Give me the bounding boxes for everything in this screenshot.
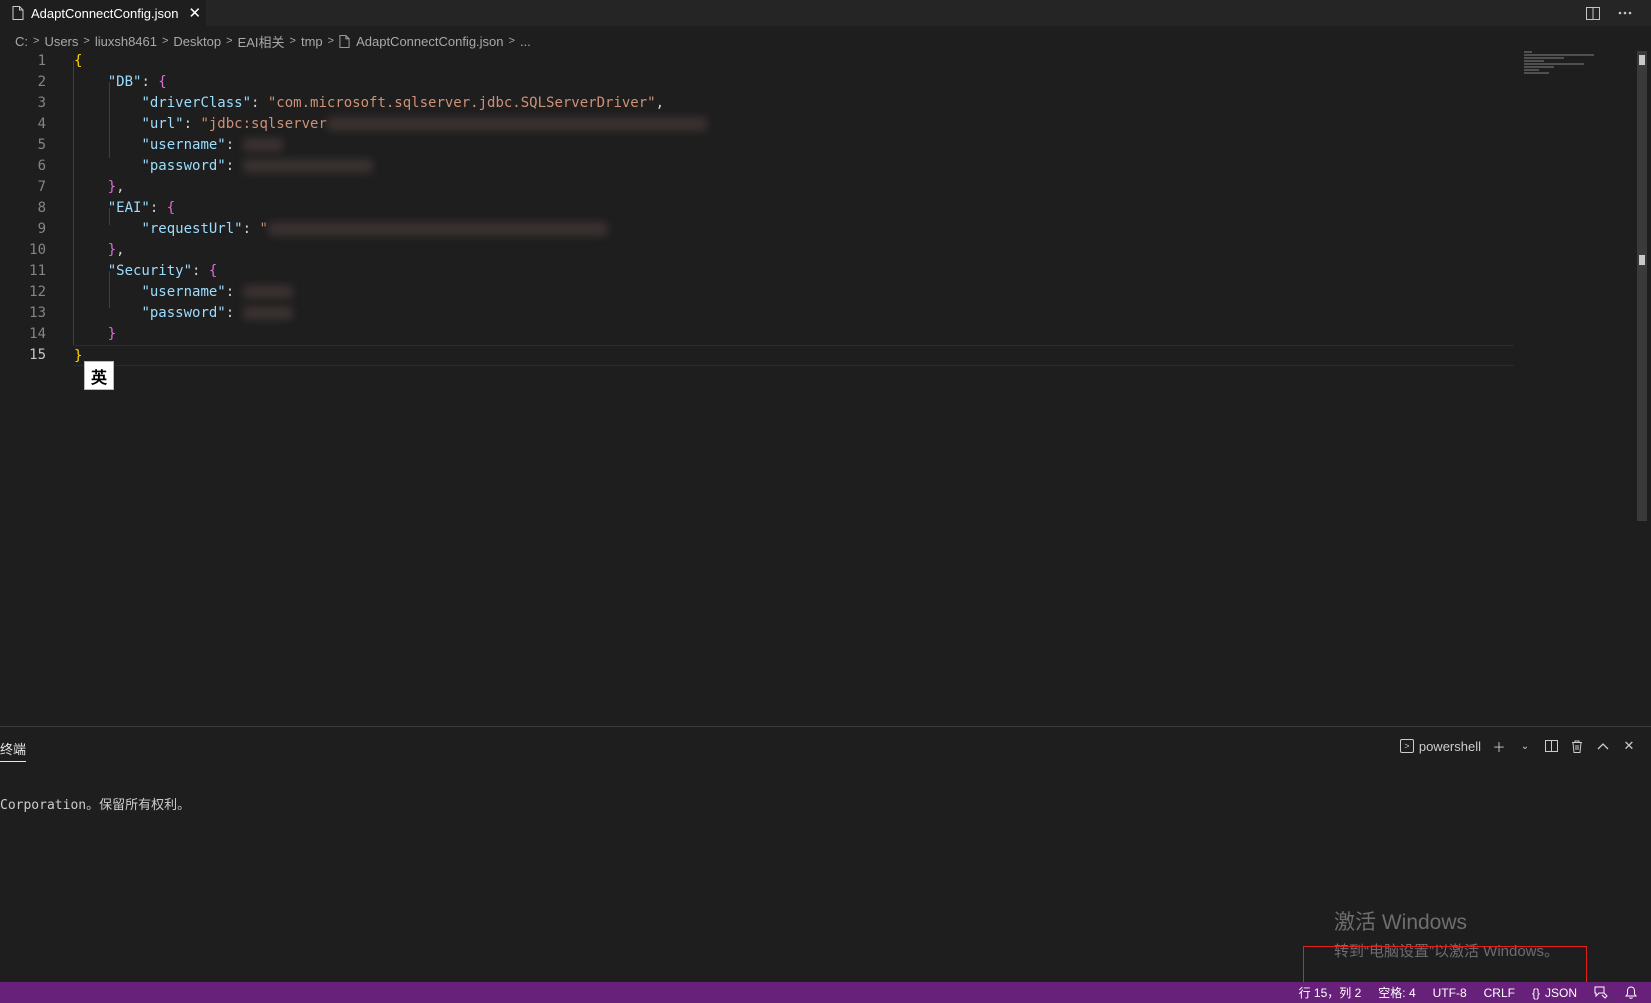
watermark-title: 激活 Windows — [1334, 911, 1468, 934]
code-line: "driverClass": "com.microsoft.sqlserver.… — [141, 95, 665, 111]
new-terminal-icon[interactable]: ＋ — [1491, 737, 1507, 755]
code-line: "username": — [74, 282, 1514, 303]
code-line: }, — [107, 179, 125, 195]
line-number: 14 — [29, 326, 46, 342]
redacted-value — [267, 222, 608, 236]
close-panel-icon[interactable]: ✕ — [1621, 737, 1637, 755]
tab-bar: AdaptConnectConfig.json ✕ — [0, 0, 1651, 26]
terminal-output[interactable]: Corporation。保留所有权利。 — [0, 794, 190, 813]
scrollbar-marker — [1639, 255, 1645, 265]
tab-label: AdaptConnectConfig.json — [31, 5, 179, 21]
breadcrumb-item[interactable]: Users — [44, 34, 78, 49]
shell-label: powershell — [1418, 738, 1481, 754]
code-line: "username": — [74, 135, 1514, 156]
code-line: "url": "jdbc:sqlserver — [74, 114, 1514, 135]
close-tab-icon[interactable]: ✕ — [188, 5, 201, 21]
chevron-right-icon: > — [33, 35, 40, 47]
chevron-down-icon[interactable]: ⌄ — [1517, 737, 1533, 755]
line-number: 9 — [37, 221, 46, 237]
cursor-position[interactable]: 行 15，列 2 — [1299, 984, 1362, 1001]
redacted-value — [242, 285, 293, 299]
breadcrumb-item[interactable]: EAI相关 — [238, 32, 285, 51]
chevron-right-icon: > — [508, 35, 515, 47]
editor-actions — [1583, 3, 1635, 23]
vertical-scrollbar[interactable] — [1637, 51, 1647, 521]
code-line: "password": — [74, 303, 1514, 324]
encoding-setting[interactable]: UTF-8 — [1433, 986, 1467, 1000]
breadcrumb-item[interactable]: C: — [15, 34, 28, 49]
scrollbar-marker — [1639, 55, 1645, 65]
redacted-value — [326, 117, 707, 131]
panel-actions: > powershell ＋ ⌄ ✕ — [1399, 737, 1637, 755]
editor-tab-adaptconnectconfig[interactable]: AdaptConnectConfig.json ✕ — [0, 0, 206, 26]
line-number-gutter: 1 2 3 4 5 6 7 8 9 10 11 12 13 14 15 — [0, 51, 60, 366]
code-line: "Security": { — [107, 263, 218, 279]
tab-terminal[interactable]: 终端 — [0, 739, 27, 762]
line-number-active: 15 — [29, 347, 46, 363]
line-number: 8 — [37, 200, 46, 216]
bell-icon[interactable] — [1625, 986, 1637, 999]
split-terminal-icon[interactable] — [1543, 737, 1559, 755]
split-editor-icon[interactable] — [1583, 3, 1603, 23]
code-line: "requestUrl": " — [74, 219, 1514, 240]
breadcrumb-item[interactable]: Desktop — [173, 34, 221, 49]
code-line: "EAI": { — [107, 200, 176, 216]
code-line: "DB": { — [107, 74, 167, 90]
breadcrumb-item[interactable]: AdaptConnectConfig.json — [356, 34, 503, 49]
indentation-setting[interactable]: 空格: 4 — [1378, 984, 1415, 1001]
ime-indicator: 英 — [84, 361, 114, 390]
line-number: 12 — [29, 284, 46, 300]
breadcrumb-item[interactable]: ... — [520, 34, 531, 49]
chevron-right-icon: > — [289, 35, 296, 47]
line-number: 13 — [29, 305, 46, 321]
eol-setting[interactable]: CRLF — [1484, 986, 1515, 1000]
line-number: 7 — [37, 179, 46, 195]
chevron-right-icon: > — [83, 35, 90, 47]
redacted-value — [242, 306, 293, 320]
code-line: }, — [107, 242, 125, 258]
code-line-current: } — [74, 345, 1514, 366]
terminal-selector[interactable]: > powershell — [1399, 737, 1481, 755]
code-line: } — [107, 326, 117, 342]
feedback-icon[interactable] — [1594, 986, 1608, 999]
line-number: 1 — [37, 53, 46, 69]
chevron-right-icon: > — [226, 35, 233, 47]
line-number: 6 — [37, 158, 46, 174]
file-icon — [12, 6, 24, 20]
minimap[interactable] — [1524, 51, 1636, 87]
redacted-value — [242, 138, 283, 152]
file-icon — [339, 34, 350, 48]
line-number: 10 — [29, 242, 46, 258]
language-mode[interactable]: {} JSON — [1532, 986, 1577, 1000]
code-editor[interactable]: 1 2 3 4 5 6 7 8 9 10 11 12 13 14 15 { "D… — [0, 51, 1651, 726]
chevron-right-icon: > — [161, 35, 169, 47]
line-number: 3 — [37, 95, 46, 111]
maximize-panel-icon[interactable] — [1595, 737, 1611, 755]
line-number: 5 — [37, 137, 46, 153]
line-number: 2 — [37, 74, 46, 90]
language-label: JSON — [1544, 985, 1577, 1000]
braces-icon: {} — [1531, 985, 1540, 1000]
breadcrumb: C: > Users > liuxsh8461 > Desktop > EAI相… — [15, 30, 531, 52]
redacted-value — [242, 159, 373, 173]
line-number: 11 — [29, 263, 46, 279]
terminal-icon: > — [1399, 739, 1414, 753]
breadcrumb-item[interactable]: liuxsh8461 — [95, 34, 157, 49]
line-number: 4 — [37, 116, 46, 132]
chevron-right-icon: > — [327, 35, 335, 47]
more-actions-icon[interactable] — [1615, 3, 1635, 23]
code-line: { — [74, 53, 83, 69]
code-content[interactable]: { "DB": { "driverClass": "com.microsoft.… — [74, 51, 1514, 366]
code-line: "password": — [74, 156, 1514, 177]
status-bar: 行 15，列 2 空格: 4 UTF-8 CRLF {} JSON — [0, 982, 1651, 1003]
trash-icon[interactable] — [1569, 737, 1585, 755]
breadcrumb-item[interactable]: tmp — [301, 34, 323, 49]
